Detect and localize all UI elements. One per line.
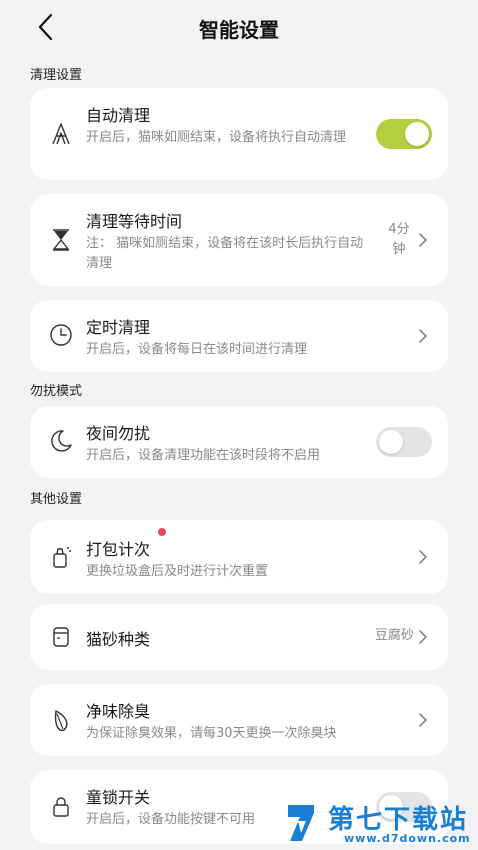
auto-clean-title: 自动清理 — [86, 106, 151, 125]
wait-time-value: 4分钟 — [388, 222, 410, 257]
pack-count-card[interactable]: 打包计次 更换垃圾盒后及时进行计次重置 — [30, 520, 448, 594]
litter-type-title: 猫砂种类 — [86, 630, 151, 649]
night-dnd-toggle[interactable] — [376, 427, 432, 457]
deodorize-title: 净味除臭 — [86, 702, 151, 721]
night-dnd-title: 夜间勿扰 — [86, 424, 151, 443]
bag-icon — [48, 544, 74, 570]
timer-clean-desc: 开启后，设备将每日在该时间进行清理 — [86, 342, 308, 357]
auto-clean-desc: 开启后，猫咪如厕结束，设备将执行自动清理 — [86, 130, 347, 145]
litter-type-value: 豆腐砂 — [374, 628, 414, 643]
hourglass-icon — [48, 227, 74, 253]
section-label-clean: 清理设置 — [30, 68, 83, 83]
watermark-url: www.d7down.com — [344, 832, 471, 845]
watermark-logo-icon — [284, 799, 324, 845]
night-dnd-card: 夜间勿扰 开启后，设备清理功能在该时段将不启用 — [30, 406, 448, 478]
pack-count-title: 打包计次 — [86, 540, 151, 559]
deodorize-card[interactable]: 净味除臭 为保证除臭效果，请每30天更换一次除臭块 — [30, 684, 448, 756]
night-dnd-desc: 开启后，设备清理功能在该时段将不启用 — [86, 448, 321, 463]
toggle-knob — [379, 430, 403, 454]
moon-icon — [48, 428, 74, 454]
watermark: 第七下载站 www.d7down.com — [282, 795, 478, 850]
auto-clean-card: 自动清理 开启后，猫咪如厕结束，设备将执行自动清理 — [30, 88, 448, 180]
pack-count-desc: 更换垃圾盒后及时进行计次重置 — [86, 564, 269, 579]
section-label-other: 其他设置 — [30, 492, 83, 507]
section-label-dnd: 勿扰模式 — [30, 384, 83, 399]
litter-type-card[interactable]: 猫砂种类 豆腐砂 — [30, 604, 448, 670]
lock-icon — [48, 794, 74, 820]
watermark-brand: 第七下载站 — [328, 805, 469, 835]
chevron-right-icon — [418, 233, 428, 247]
wait-time-desc: 注： 猫咪如厕结束，设备将在该时长后执行自动清理 — [86, 236, 364, 271]
leaf-icon — [48, 708, 74, 734]
toggle-knob — [405, 122, 429, 146]
timer-clean-title: 定时清理 — [86, 318, 151, 337]
timer-clean-card[interactable]: 定时清理 开启后，设备将每日在该时间进行清理 — [30, 300, 448, 372]
chevron-right-icon — [418, 630, 428, 644]
auto-clean-toggle[interactable] — [376, 119, 432, 149]
deodorize-desc: 为保证除臭效果，请每30天更换一次除臭块 — [86, 726, 337, 741]
chevron-right-icon — [418, 329, 428, 343]
wait-time-title: 清理等待时间 — [86, 212, 183, 231]
clock-icon — [48, 322, 74, 348]
chevron-right-icon — [418, 550, 428, 564]
page-title: 智能设置 — [199, 18, 279, 42]
chevron-right-icon — [418, 713, 428, 727]
auto-clean-icon — [48, 121, 74, 147]
wait-time-card[interactable]: 清理等待时间 注： 猫咪如厕结束，设备将在该时长后执行自动清理 4分钟 — [30, 194, 448, 286]
top-bar: 智能设置 — [0, 0, 478, 56]
child-lock-title: 童锁开关 — [86, 788, 151, 807]
litter-jar-icon — [48, 624, 74, 650]
notification-dot — [158, 528, 166, 536]
